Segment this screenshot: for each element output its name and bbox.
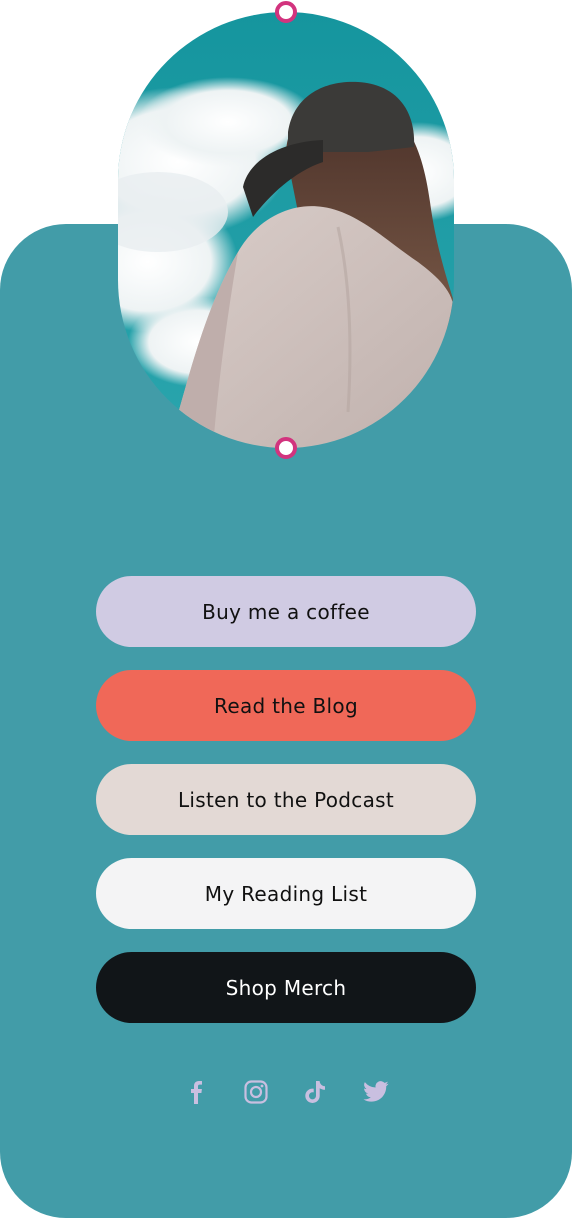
buy-me-a-coffee-button[interactable]: Buy me a coffee xyxy=(96,576,476,647)
listen-to-the-podcast-button[interactable]: Listen to the Podcast xyxy=(96,764,476,835)
facebook-icon[interactable] xyxy=(183,1074,209,1110)
bottom-handle-dot xyxy=(275,437,297,459)
read-the-blog-button[interactable]: Read the Blog xyxy=(96,670,476,741)
shop-merch-button[interactable]: Shop Merch xyxy=(96,952,476,1023)
link-label: Shop Merch xyxy=(225,975,347,1000)
link-list: Buy me a coffee Read the Blog Listen to … xyxy=(96,576,476,1046)
link-label: My Reading List xyxy=(204,881,368,906)
link-in-bio-page: Buy me a coffee Read the Blog Listen to … xyxy=(0,0,572,1218)
my-reading-list-button[interactable]: My Reading List xyxy=(96,858,476,929)
top-handle-dot xyxy=(275,1,297,23)
tiktok-icon[interactable] xyxy=(303,1074,329,1110)
link-label: Read the Blog xyxy=(214,693,358,718)
profile-photo-frame xyxy=(118,12,454,448)
instagram-icon[interactable] xyxy=(243,1074,269,1110)
social-icons xyxy=(0,1074,572,1110)
twitter-icon[interactable] xyxy=(363,1074,389,1110)
profile-photo xyxy=(118,12,454,448)
link-label: Buy me a coffee xyxy=(202,599,370,624)
link-label: Listen to the Podcast xyxy=(177,787,394,812)
